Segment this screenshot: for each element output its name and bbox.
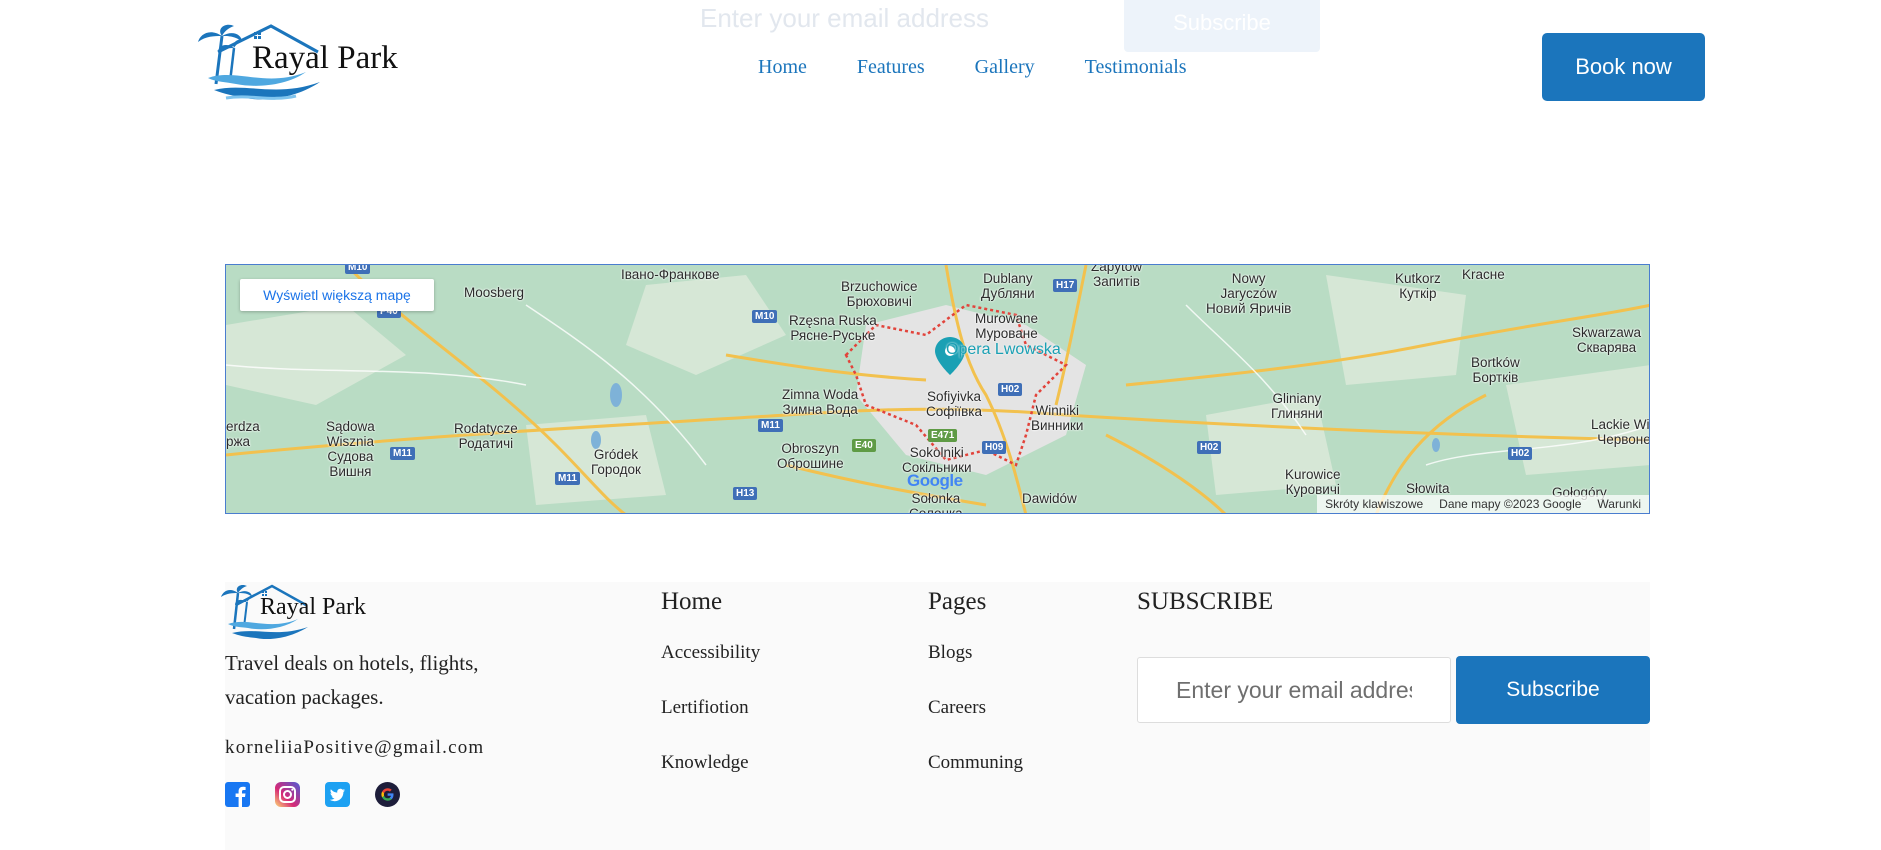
footer-link-lertifiotion[interactable]: Lertifiotion	[661, 697, 760, 720]
map-place-label: Winniki Винники	[1031, 403, 1084, 433]
map-place-label: Bortków Бортків	[1471, 355, 1520, 385]
map-place-label: Skwarzawa Скварява	[1572, 325, 1642, 355]
map-road-badge: E40	[852, 439, 876, 452]
nav-home[interactable]: Home	[758, 56, 807, 79]
book-now-button[interactable]: Book now	[1542, 33, 1705, 101]
main-nav: Home Features Gallery Testimonials	[758, 56, 1187, 79]
map-road-badge: H17	[1053, 279, 1078, 292]
nav-features[interactable]: Features	[857, 56, 925, 79]
map-road-badge: M11	[555, 472, 580, 485]
map-road-badge: H13	[733, 487, 758, 500]
brand-name: Rayal Park	[252, 40, 398, 76]
subscribe-title: SUBSCRIBE	[1137, 588, 1274, 615]
map-place-label: Dawidów	[1022, 491, 1077, 506]
subscribe-button[interactable]: Subscribe	[1456, 656, 1650, 724]
map-place-label: Gliniany Глиняни	[1271, 391, 1323, 421]
map-road-badge: M11	[390, 447, 415, 460]
twitter-icon[interactable]	[325, 782, 350, 807]
map-terms-link[interactable]: Warunki	[1597, 495, 1641, 513]
footer-brand-name: Rayal Park	[260, 594, 366, 620]
map-place-label: Kurowice Куровичі	[1285, 467, 1341, 497]
map-place-label: Lackie WieЧервоне	[1591, 417, 1650, 447]
map-place-label: Nowy Jaryczów Новий Яричів	[1206, 271, 1292, 316]
map-place-label: Murowane Муроване	[975, 311, 1039, 341]
social-links	[225, 782, 400, 807]
ghost-subscribe-button[interactable]: Subscribe	[1124, 0, 1320, 52]
map-place-label: Sądowa Wisznia Судова Вишня	[326, 419, 375, 479]
map-road-badge: M10	[752, 310, 778, 323]
ghost-email-input[interactable]	[680, 0, 1020, 36]
map-marker-label[interactable]: Opera Lwowska	[946, 341, 1061, 359]
map-attribution: Skróty klawiszowe Dane mapy ©2023 Google…	[1317, 495, 1649, 513]
map-place-label: Obroszyn Оброшине	[777, 441, 844, 471]
instagram-icon[interactable]	[275, 782, 300, 807]
map-place-label: Kutkorz Куткір	[1395, 271, 1441, 301]
subscribe-email-input[interactable]	[1137, 657, 1451, 723]
footer-link-blogs[interactable]: Blogs	[928, 642, 1023, 665]
footer-email[interactable]: korneliiaPositive@gmail.com	[225, 737, 484, 759]
footer-col-home: Home Accessibility Lertifiotion Knowledg…	[661, 588, 760, 807]
map-road-badge: M11	[758, 419, 783, 432]
map-road-badge: H09	[982, 441, 1007, 454]
footer-col-pages: Pages Blogs Careers Communing	[928, 588, 1023, 807]
footer-link-communing[interactable]: Communing	[928, 752, 1023, 775]
map-shortcuts-link[interactable]: Skróty klawiszowe	[1325, 495, 1423, 513]
map-place-label: Moosberg	[464, 285, 525, 300]
view-larger-map-link[interactable]: Wyświetl większą mapę	[240, 279, 434, 311]
map-place-label: Rodatycze Родатичі	[454, 421, 518, 451]
map-road-badge: H02	[1197, 441, 1222, 454]
map-road-badge: E471	[928, 429, 958, 442]
map-place-label: Івано-Франкове	[621, 267, 720, 282]
map-place-label: Gródek Городок	[591, 447, 641, 477]
facebook-icon[interactable]	[225, 782, 250, 807]
map-road-badge: H02	[1508, 447, 1533, 460]
map-place-label: Dublany Дубляни	[981, 271, 1035, 301]
nav-gallery[interactable]: Gallery	[975, 56, 1035, 79]
map-place-label: Krасне	[1462, 267, 1505, 282]
map-place-label: erdza ржа	[226, 419, 260, 449]
footer-link-knowledge[interactable]: Knowledge	[661, 752, 760, 775]
footer-col-pages-title: Pages	[928, 588, 987, 615]
map-road-badge: H02	[998, 383, 1023, 396]
map-place-label: Brzuchowice Брюховичі	[841, 279, 918, 309]
map-place-label: Sofiyivka Софіївка	[926, 389, 982, 419]
map-road-badge: M10	[345, 265, 371, 274]
map-place-label: Zapytów Запитів	[1091, 264, 1143, 289]
map-place-label: Sołonka Солонка	[909, 491, 963, 514]
embedded-map[interactable]: Moosberg Івано-Франкове Brzuchowice Брюхо…	[225, 264, 1650, 514]
footer-link-careers[interactable]: Careers	[928, 697, 1023, 720]
footer-col-home-title: Home	[661, 588, 723, 615]
google-icon[interactable]	[375, 782, 400, 807]
map-place-label: Zimna Woda Зимна Вода	[782, 387, 859, 417]
map-place-label: Rzęsna Ruska Рясне-Руське	[789, 313, 877, 343]
google-logo: Google	[907, 471, 963, 490]
map-data-text: Dane mapy ©2023 Google	[1439, 497, 1582, 511]
map-place-label: Słowita	[1406, 481, 1450, 496]
nav-testimonials[interactable]: Testimonials	[1085, 56, 1187, 79]
footer-link-accessibility[interactable]: Accessibility	[661, 642, 760, 665]
footer-tagline: Travel deals on hotels, flights, vacatio…	[225, 651, 479, 709]
